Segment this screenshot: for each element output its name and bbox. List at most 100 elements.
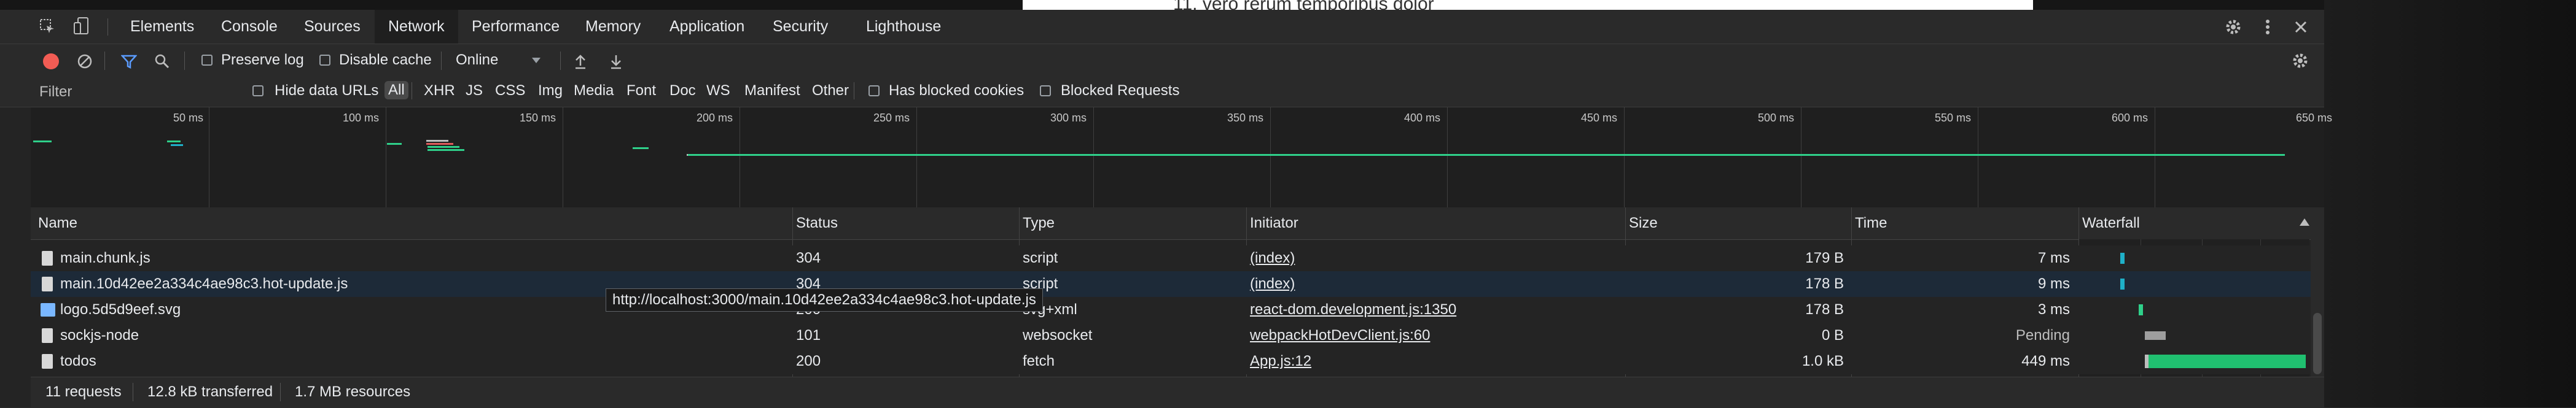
request-time: 9 ms [2037, 275, 2070, 292]
overview-request-bar [633, 147, 649, 149]
filter-type-all[interactable]: All [384, 81, 408, 99]
toolbar-divider [184, 52, 185, 70]
disable-cache-label: Disable cache [339, 52, 432, 68]
request-size: 1.0 kB [1801, 353, 1844, 369]
overview-request-bar [167, 140, 181, 142]
file-icon [42, 328, 53, 343]
desktop-background [2324, 0, 2576, 407]
column-time[interactable]: Time [1855, 207, 1887, 239]
has-blocked-cookies-label: Has blocked cookies [889, 82, 1025, 99]
overview-tick: 200 ms [697, 112, 733, 124]
close-icon[interactable] [2292, 18, 2309, 36]
overview-tick: 150 ms [520, 112, 556, 124]
record-icon[interactable] [43, 53, 59, 69]
preserve-log-label: Preserve log [221, 52, 304, 68]
overview-request-bar [426, 140, 448, 142]
request-initiator[interactable]: react-dom.development.js:1350 [1250, 297, 1456, 323]
gear-icon[interactable] [2223, 17, 2243, 37]
upload-icon[interactable] [572, 53, 588, 70]
tab-memory[interactable]: Memory [585, 10, 641, 44]
overview-tick: 500 ms [1758, 112, 1795, 124]
transferred-size: 12.8 kB transferred [147, 383, 273, 400]
request-name[interactable]: main.chunk.js [60, 245, 150, 271]
gear-icon[interactable] [2291, 52, 2309, 70]
request-size: 178 B [1805, 301, 1844, 318]
overview-tick: 50 ms [173, 112, 204, 124]
request-count: 11 requests [45, 383, 122, 400]
sort-ascending-icon[interactable] [2300, 218, 2309, 226]
overview-gridline [1093, 107, 1094, 207]
table-header [31, 207, 2324, 240]
column-type[interactable]: Type [1023, 207, 1055, 239]
blocked-requests-checkbox[interactable] [1040, 85, 1051, 96]
filter-type-manifest[interactable]: Manifest [744, 82, 800, 99]
filter-type-ws[interactable]: WS [706, 82, 730, 99]
search-icon[interactable] [154, 53, 171, 70]
overview-gridline [1447, 107, 1448, 207]
request-time: 449 ms [2021, 353, 2070, 369]
image-icon [41, 303, 55, 317]
device-toolbar-icon[interactable] [72, 16, 90, 36]
filter-icon[interactable] [120, 53, 138, 70]
filter-type-other[interactable]: Other [812, 82, 849, 99]
request-name[interactable]: main.10d42ee2a334c4ae98c3.hot-update.js [60, 271, 348, 297]
tab-performance[interactable]: Performance [472, 10, 560, 44]
tab-security[interactable]: Security [773, 10, 828, 44]
resources-size: 1.7 MB resources [295, 383, 411, 400]
tab-elements[interactable]: Elements [130, 10, 194, 44]
inspect-element-icon[interactable] [38, 17, 57, 36]
filter-type-img[interactable]: Img [538, 82, 563, 99]
request-size: 178 B [1805, 275, 1844, 292]
filter-type-media[interactable]: Media [574, 82, 614, 99]
request-name[interactable]: todos [60, 348, 96, 374]
tab-lighthouse[interactable]: Lighthouse [866, 10, 941, 44]
filter-type-doc[interactable]: Doc [669, 82, 696, 99]
file-icon [42, 251, 53, 266]
filter-type-js[interactable]: JS [466, 82, 483, 99]
filter-input[interactable]: Filter [39, 83, 72, 101]
toolbar-divider [104, 52, 105, 70]
preserve-log-checkbox[interactable] [201, 55, 213, 66]
scrollbar-thumb[interactable] [2313, 313, 2322, 374]
request-initiator[interactable]: webpackHotDevClient.js:60 [1250, 323, 1430, 348]
tab-application[interactable]: Application [669, 10, 744, 44]
hide-data-urls-checkbox[interactable] [252, 85, 263, 96]
filter-type-css[interactable]: CSS [495, 82, 525, 99]
waterfall-bar [2149, 355, 2306, 368]
filter-type-font[interactable]: Font [626, 82, 656, 99]
column-name[interactable]: Name [38, 207, 77, 239]
more-vertical-icon[interactable] [2260, 17, 2275, 37]
waterfall-bar [2139, 304, 2143, 315]
request-name[interactable]: sockjs-node [60, 323, 139, 348]
column-size[interactable]: Size [1629, 207, 1658, 239]
overview-request-bar [427, 149, 464, 151]
filter-type-xhr[interactable]: XHR [424, 82, 455, 99]
clear-icon[interactable] [76, 53, 93, 70]
has-blocked-cookies-checkbox[interactable] [868, 85, 880, 96]
overview-tick: 550 ms [1935, 112, 1972, 124]
throttling-select[interactable]: Online [456, 52, 498, 69]
request-initiator[interactable]: (index) [1250, 271, 1295, 297]
request-initiator[interactable]: (index) [1250, 245, 1295, 271]
column-waterfall[interactable]: Waterfall [2082, 207, 2140, 239]
disable-cache-checkbox[interactable] [319, 55, 330, 66]
request-status: 101 [796, 327, 821, 344]
blocked-requests-label: Blocked Requests [1061, 82, 1180, 99]
file-icon [42, 354, 53, 369]
request-time: 3 ms [2037, 301, 2070, 318]
request-name[interactable]: logo.5d5d9eef.svg [60, 297, 181, 323]
statusbar-gutter [0, 377, 31, 407]
download-icon[interactable] [608, 53, 624, 70]
request-type: fetch [1023, 353, 1055, 369]
request-initiator[interactable]: App.js:12 [1250, 348, 1311, 374]
column-initiator[interactable]: Initiator [1250, 207, 1298, 239]
column-status[interactable]: Status [796, 207, 838, 239]
overview-tick: 300 ms [1050, 112, 1087, 124]
chevron-down-icon[interactable] [532, 58, 541, 63]
request-status: 304 [796, 250, 821, 266]
overview-tick: 450 ms [1581, 112, 1618, 124]
request-size: 179 B [1805, 250, 1844, 266]
tab-console[interactable]: Console [221, 10, 278, 44]
tab-sources[interactable]: Sources [304, 10, 361, 44]
tab-network[interactable]: Network [375, 10, 458, 44]
